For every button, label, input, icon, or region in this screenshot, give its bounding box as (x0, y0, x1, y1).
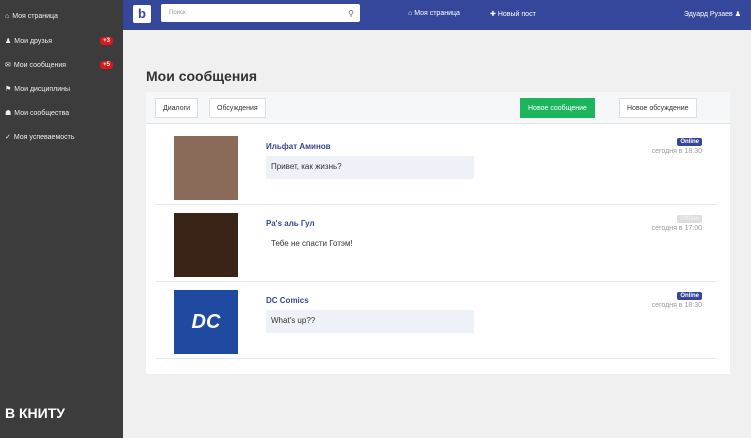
sidebar-item-label: Мои друзья (14, 37, 52, 45)
messages-panel: Диалоги Обсуждения Новое сообщение Новое… (146, 92, 730, 374)
tab-discussions[interactable]: Обсуждения (209, 98, 266, 118)
group-icon: ☗ (5, 110, 12, 117)
status-badge: Online (677, 292, 702, 300)
sidebar-item[interactable]: ⌂ Моя страница (5, 13, 117, 20)
sidebar-item-label: Моя страница (12, 13, 58, 20)
count-badge: +5 (100, 61, 113, 69)
search-input[interactable]: Поиск ⚲ (161, 4, 360, 22)
brand-logo: В КНИТУ (5, 405, 65, 421)
new-message-button[interactable]: Новое сообщение (520, 98, 595, 118)
message-row[interactable]: DC DC Comics What's up?? Online сегодня … (156, 282, 718, 359)
new-discussion-button[interactable]: Новое обсуждение (619, 98, 697, 118)
message-preview[interactable]: What's up?? (266, 310, 474, 333)
tab-dialogs[interactable]: Диалоги (155, 98, 199, 118)
check-icon: ✓ (5, 134, 11, 141)
status-badge: Offline (677, 215, 702, 223)
nav-my-page[interactable]: ⌂ Моя страница (408, 10, 460, 17)
message-preview[interactable]: Тебе не спасти Готэм! (266, 233, 474, 256)
user-menu[interactable]: Эдуард Рузаев ♟ (684, 10, 741, 18)
count-badge: +3 (100, 37, 113, 45)
search-icon[interactable]: ⚲ (348, 9, 354, 18)
nav-label: Моя страница (414, 10, 460, 17)
logo[interactable]: b (133, 5, 151, 23)
timestamp: сегодня в 18:30 (651, 302, 702, 309)
user-icon: ♟ (734, 11, 741, 18)
message-row[interactable]: Ильфат Аминов Привет, как жизнь? Online … (156, 128, 718, 205)
sidebar-item[interactable]: ♟ Мои друзья +3 (5, 37, 117, 45)
home-icon: ⌂ (5, 13, 10, 20)
home-icon: ⌂ (408, 10, 413, 17)
toolbar: Диалоги Обсуждения Новое сообщение Новое… (146, 92, 730, 124)
timestamp: сегодня в 18:30 (651, 148, 702, 155)
sidebar-item[interactable]: ✉ Мои сообщения +5 (5, 61, 117, 69)
sidebar: В КНИТУ ⌂ Моя страница ♟ Мои друзья +3 ✉ Мои с… (0, 0, 123, 438)
user-icon: ♟ (5, 38, 12, 45)
timestamp: сегодня в 17:00 (651, 225, 702, 232)
sidebar-item-label: Мои сообщества (14, 109, 70, 117)
avatar[interactable] (174, 136, 238, 200)
sidebar-item-label: Мои дисциплины (14, 85, 71, 93)
sidebar-item-label: Мои сообщения (13, 61, 67, 69)
sidebar-item[interactable]: ☗ Мои сообщества (5, 109, 117, 118)
nav-label: Новый пост (497, 11, 536, 18)
status-badge: Online (677, 138, 702, 146)
sender-name[interactable]: Ра's аль Гул (266, 219, 315, 228)
nav-new-post[interactable]: ✚ Новый пост (490, 10, 536, 18)
user-name: Эдуард Рузаев (683, 11, 733, 18)
sender-name[interactable]: DC Comics (266, 296, 309, 305)
sidebar-item[interactable]: ✓ Моя успеваемость (5, 133, 117, 142)
avatar[interactable] (174, 213, 238, 277)
envelope-icon: ✉ (5, 62, 11, 69)
avatar[interactable]: DC (174, 290, 238, 354)
topbar: b Поиск ⚲ ⌂ Моя страница ✚ Новый пост Эду… (123, 0, 751, 30)
page-title: Мои сообщения (146, 68, 258, 84)
message-row[interactable]: Ра's аль Гул Тебе не спасти Готэм! Offli… (156, 205, 718, 282)
sidebar-item[interactable]: ⚑ Мои дисциплины (5, 85, 117, 94)
search-placeholder: Поиск (169, 10, 186, 16)
graduation-cap-icon: ⚑ (5, 86, 12, 93)
sender-name[interactable]: Ильфат Аминов (266, 142, 331, 151)
plus-icon: ✚ (490, 11, 496, 18)
message-preview[interactable]: Привет, как жизнь? (266, 156, 474, 179)
avatar-logo-text: DC (191, 310, 221, 333)
sidebar-item-label: Моя успеваемость (13, 133, 75, 141)
